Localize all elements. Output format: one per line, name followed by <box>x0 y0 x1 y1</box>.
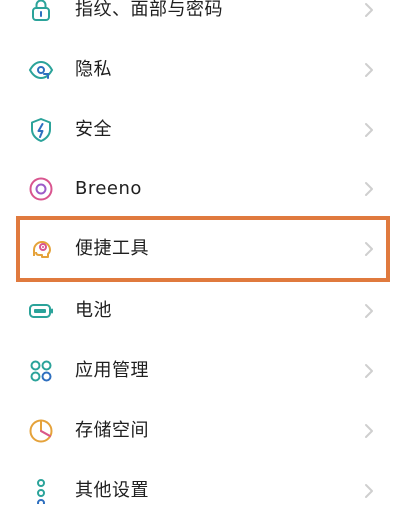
chevron-right-icon <box>362 1 376 19</box>
settings-item-label: 安全 <box>75 119 112 140</box>
convenience-tools-icon <box>28 236 54 262</box>
chevron-right-icon <box>362 362 376 380</box>
chevron-right-icon <box>362 482 376 500</box>
settings-list: 指纹、面部与密码 隐私 安全 Breeno 便捷工具 电池 应用管理 存储空间 … <box>0 0 400 504</box>
settings-item-storage[interactable]: 存储空间 <box>0 403 400 459</box>
settings-item-label: 便捷工具 <box>75 238 149 259</box>
chevron-right-icon <box>362 302 376 320</box>
shield-icon <box>28 117 54 143</box>
settings-item-label: 指纹、面部与密码 <box>75 0 223 20</box>
chevron-right-icon <box>362 61 376 79</box>
settings-item-security[interactable]: 安全 <box>0 102 400 158</box>
settings-item-label: Breeno <box>75 178 142 199</box>
battery-icon <box>28 298 54 324</box>
settings-item-label: 隐私 <box>75 59 112 80</box>
chevron-right-icon <box>362 121 376 139</box>
chevron-right-icon <box>362 180 376 198</box>
settings-item-app-management[interactable]: 应用管理 <box>0 343 400 399</box>
settings-item-fingerprint-face-password[interactable]: 指纹、面部与密码 <box>0 0 400 38</box>
settings-item-label: 应用管理 <box>75 360 149 381</box>
privacy-eye-icon <box>28 57 54 83</box>
chevron-right-icon <box>362 422 376 440</box>
settings-item-other-settings[interactable]: 其他设置 <box>0 463 400 519</box>
settings-item-label: 存储空间 <box>75 420 149 441</box>
settings-item-battery[interactable]: 电池 <box>0 283 400 339</box>
chevron-right-icon <box>362 240 376 258</box>
settings-item-label: 电池 <box>75 300 112 321</box>
settings-item-label: 其他设置 <box>75 480 149 501</box>
settings-item-privacy[interactable]: 隐私 <box>0 42 400 98</box>
settings-item-breeno[interactable]: Breeno <box>0 161 400 217</box>
other-settings-icon <box>28 478 54 504</box>
lock-icon <box>28 0 54 23</box>
app-management-icon <box>28 358 54 384</box>
settings-item-convenience-tools[interactable]: 便捷工具 <box>0 221 400 277</box>
storage-icon <box>28 418 54 444</box>
breeno-icon <box>28 176 54 202</box>
